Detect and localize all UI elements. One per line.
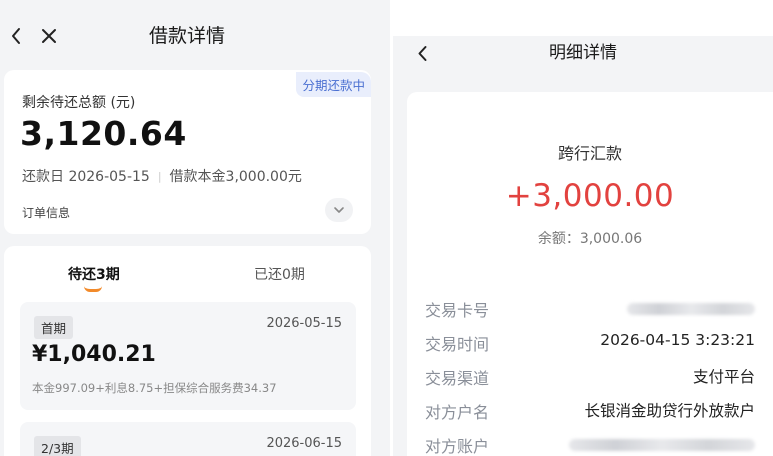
divider: | (157, 169, 162, 183)
detail-label: 对方户名 (425, 403, 490, 422)
masked-payee-account (569, 439, 755, 451)
detail-row-card-number: 交易卡号 (425, 297, 755, 321)
masked-card-number (627, 303, 755, 315)
tab-pending[interactable]: 待还3期 (68, 264, 120, 284)
detail-label: 交易渠道 (425, 369, 490, 388)
transaction-detail-screen: 明细详情 跨行汇款 +3,000.00 余额：3,000.06 交易卡号 交易时… (393, 36, 773, 456)
period-tag: 首期 (34, 316, 74, 339)
page-title: 明细详情 (549, 43, 617, 63)
period-date: 2026-05-15 (266, 316, 342, 331)
detail-row-time: 交易时间 2026-04-15 3:23:21 (425, 331, 755, 355)
period-card[interactable]: 首期 2026-05-15 ¥1,040.21 本金997.09+利息8.75+… (20, 302, 356, 410)
detail-row-payee-account: 对方账户 (425, 433, 755, 456)
detail-label: 交易卡号 (425, 301, 490, 320)
period-breakdown: 本金997.09+利息8.75+担保综合服务费34.37 (32, 381, 277, 395)
loan-principal: 借款本金3,000.00元 (169, 169, 302, 185)
repayment-plan-card: 待还3期 已还0期 首期 2026-05-15 ¥1,040.21 本金997.… (4, 246, 371, 456)
remaining-total-amount: 3,120.64 (20, 114, 187, 153)
remaining-total-label: 剩余待还总额 (元) (22, 95, 136, 111)
transaction-detail-card: 跨行汇款 +3,000.00 余额：3,000.06 交易卡号 交易时间 202… (407, 92, 773, 456)
detail-value: 长银消金助贷行外放款户 (584, 402, 755, 420)
period-date: 2026-06-15 (266, 436, 342, 451)
loan-detail-screen: 借款详情 分期还款中 剩余待还总额 (元) 3,120.64 还款日 2026-… (0, 0, 390, 456)
loan-detail-header: 借款详情 (0, 0, 390, 70)
order-info-label: 订单信息 (22, 206, 71, 220)
period-amount: ¥1,040.21 (32, 342, 156, 367)
chevron-down-icon (334, 207, 344, 213)
order-info-expand-button[interactable] (325, 198, 353, 222)
account-balance: 余额：3,000.06 (537, 231, 643, 247)
transaction-amount: +3,000.00 (505, 178, 675, 214)
detail-row-payee-name: 对方户名 长银消金助贷行外放款户 (425, 399, 755, 423)
page-title: 借款详情 (148, 25, 225, 47)
detail-value: 支付平台 (692, 368, 755, 386)
loan-summary-card: 分期还款中 剩余待还总额 (元) 3,120.64 还款日 2026-05-15… (4, 70, 371, 234)
due-date: 还款日 2026-05-15 (22, 169, 150, 185)
detail-label: 交易时间 (425, 335, 490, 354)
transaction-type: 跨行汇款 (557, 144, 622, 163)
detail-row-channel: 交易渠道 支付平台 (425, 365, 755, 389)
active-tab-indicator (84, 286, 102, 292)
period-card[interactable]: 2/3期 2026-06-15 (20, 422, 356, 456)
due-info-row: 还款日 2026-05-15 | 借款本金3,000.00元 (22, 166, 302, 186)
detail-value: 2026-04-15 3:23:21 (600, 331, 755, 349)
detail-label: 对方账户 (425, 437, 490, 456)
tab-paid[interactable]: 已还0期 (254, 264, 305, 284)
period-tag: 2/3期 (34, 436, 81, 456)
status-badge: 分期还款中 (296, 72, 371, 97)
